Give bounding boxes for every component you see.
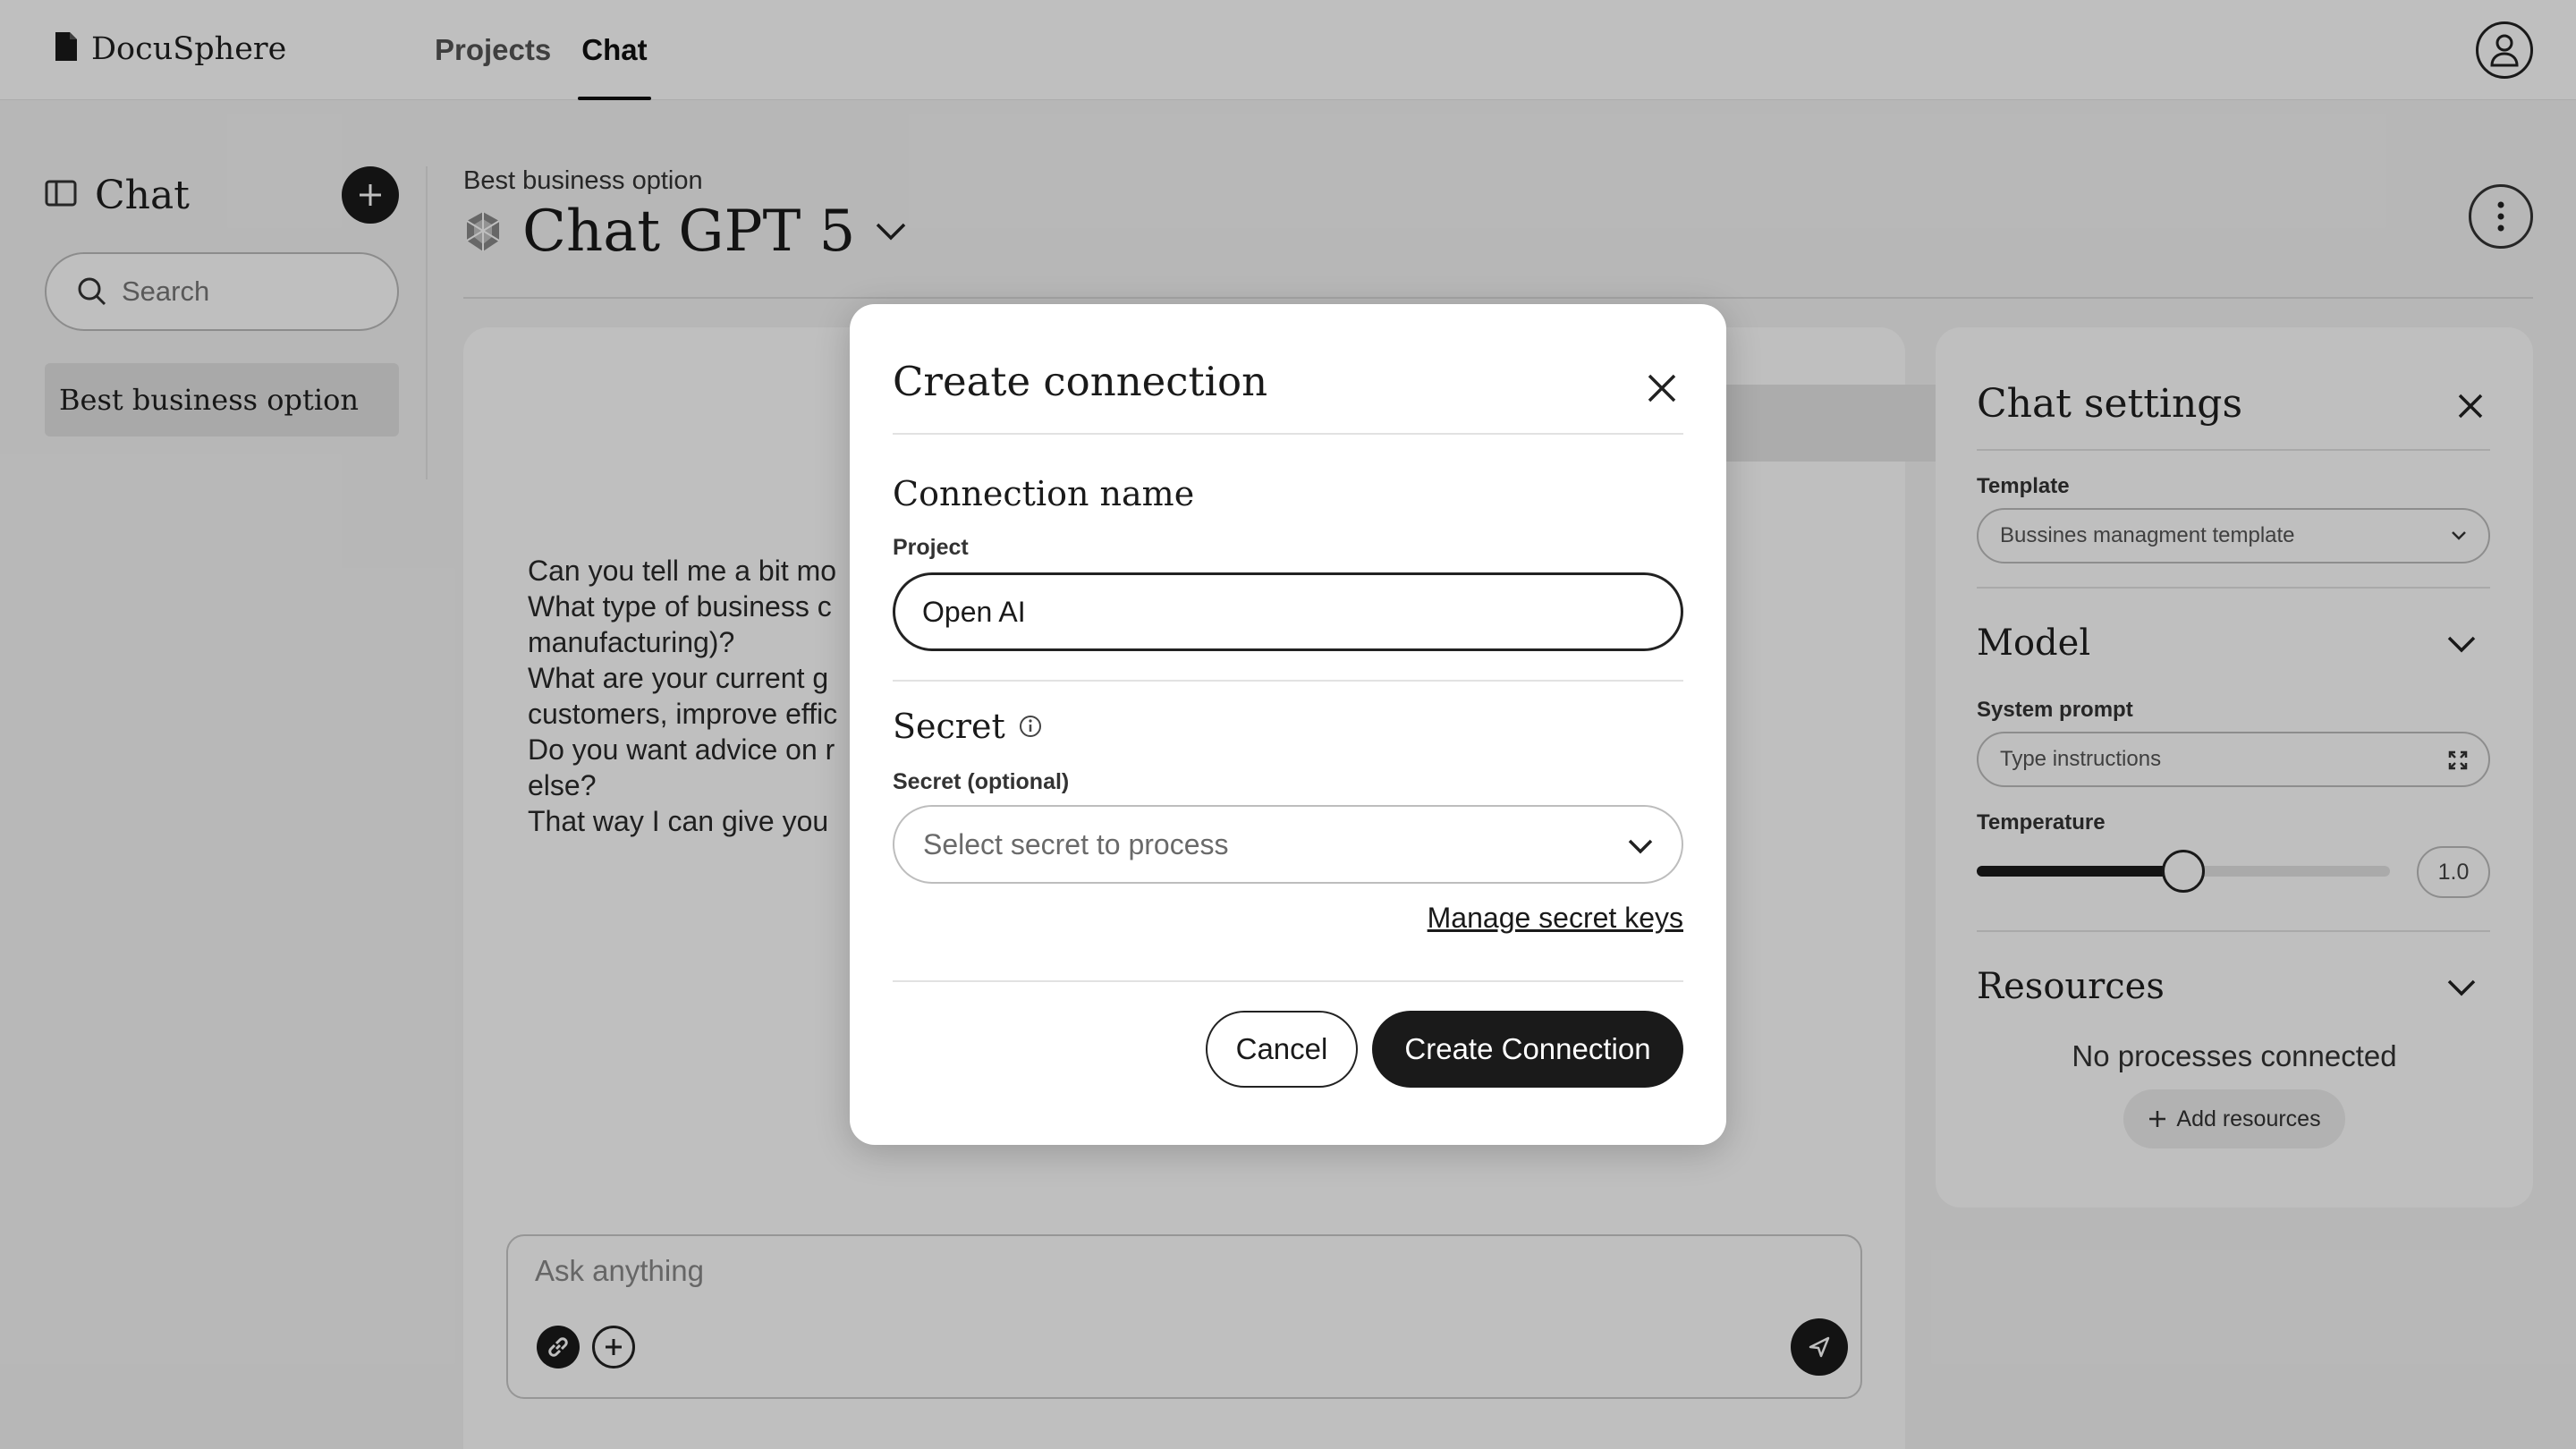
- connection-name-section: Connection name: [893, 474, 1194, 513]
- modal-divider: [893, 433, 1683, 435]
- modal-divider: [893, 980, 1683, 982]
- modal-title: Create connection: [893, 358, 1268, 405]
- manage-secret-keys-link[interactable]: Manage secret keys: [1428, 902, 1683, 935]
- connection-name-title: Connection name: [893, 474, 1195, 513]
- cancel-button[interactable]: Cancel: [1206, 1011, 1358, 1088]
- info-icon[interactable]: [1018, 714, 1043, 739]
- close-icon[interactable]: [1644, 370, 1680, 406]
- secret-placeholder: Select secret to process: [923, 828, 1229, 860]
- modal-divider: [893, 680, 1683, 682]
- secret-label: Secret (optional): [893, 769, 1070, 794]
- project-input[interactable]: Open AI: [893, 572, 1683, 651]
- secret-select[interactable]: Select secret to process: [893, 805, 1683, 884]
- chevron-down-icon: [1628, 839, 1653, 854]
- create-connection-modal: Create connection Connection name Projec…: [850, 304, 1726, 1145]
- secret-section: Secret: [893, 707, 1043, 746]
- secret-title: Secret: [893, 707, 1005, 746]
- create-connection-button[interactable]: Create Connection: [1372, 1011, 1683, 1088]
- project-label: Project: [893, 535, 969, 560]
